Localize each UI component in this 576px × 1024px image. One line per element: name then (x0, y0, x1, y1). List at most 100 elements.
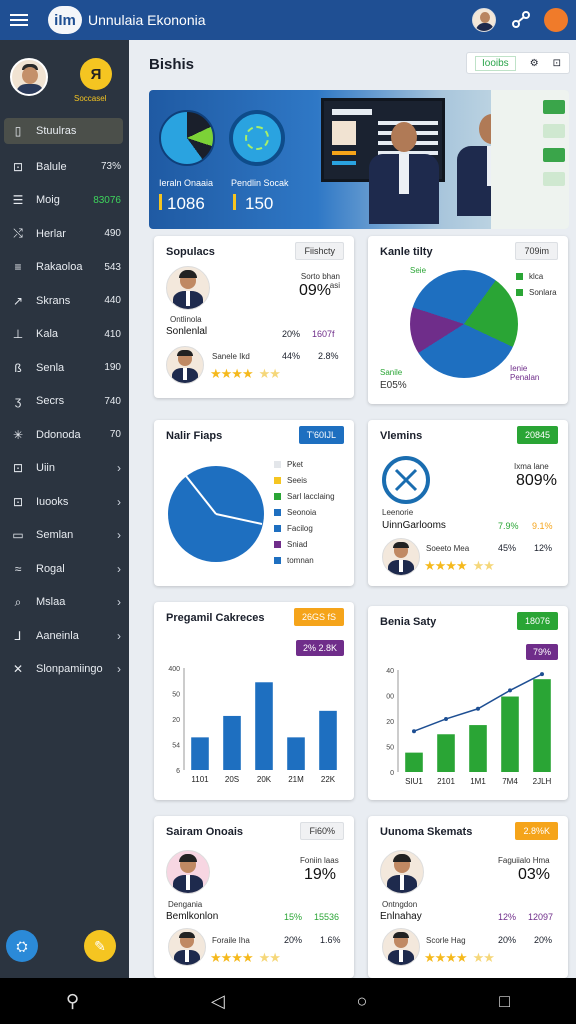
sidebar-item-label: Rogal (36, 562, 65, 575)
edit-icon[interactable]: ✎ (84, 930, 116, 962)
sidebar-item-value: 73% (100, 161, 121, 173)
person-caption: Ontngdon (382, 900, 418, 909)
sidebar-item[interactable]: ⊥ Kala 410 (0, 318, 129, 352)
lock-icon[interactable]: ⛭ (6, 930, 38, 962)
avatar (166, 346, 204, 384)
percent-b: 9.1% (532, 521, 553, 531)
recents-icon[interactable]: □ (499, 991, 510, 1012)
card-kanle-tilty[interactable]: Kanle tilty 709im Seie klca Sonlara Sani… (368, 236, 568, 404)
card-action-button[interactable]: 26GS fS (293, 608, 344, 626)
tools-button[interactable]: Iooibs (475, 55, 516, 71)
card-sairam-onoais[interactable]: Sairam Onoais Fi60% Foniin laas 19% Deng… (154, 816, 354, 978)
sidebar-item-label: Uiin (36, 462, 55, 475)
card-title: Pregamil Cakreces (166, 612, 265, 624)
sidebar: Я Soccasel ▯ Stuulras ⊡ Balule 73% ☰ Moig 83076… (0, 40, 129, 978)
card-uunoma-skemats[interactable]: Uunoma Skemats 2.8%K Faguiialo Hma 03% O… (368, 816, 568, 978)
sidebar-item-icon: ⊥ (12, 327, 24, 342)
card-benia-saty[interactable]: Benia Saty 18076 79% 40 00 20 50 0 SIU1 2101 1M… (368, 606, 568, 800)
sidebar-item-icon: ⅃ (14, 628, 22, 643)
top-bar: iIm Unnulaia Ekononia (0, 0, 576, 40)
bar (191, 737, 209, 770)
sidebar-item-icon: ≈ (14, 561, 22, 576)
sidebar-item[interactable]: ✕ Slonpamiingo › (0, 653, 129, 687)
system-nav-bar: ⚲ ◁ ○ □ (0, 978, 576, 1024)
sidebar-item[interactable]: ʒ Secrs 740 (0, 385, 129, 419)
kpi-value: 03% (518, 866, 551, 883)
pie-legend: Pket Seeis Sarl lacclaing Seonoia Facilog Sni… (274, 456, 335, 568)
sidebar-item[interactable]: ≡ Rakaoloa 543 (0, 251, 129, 285)
card-action-button[interactable]: Fiishcty (295, 242, 344, 260)
toolbar: Iooibs ⚙ ⊡ (466, 52, 570, 74)
card-sopulacs[interactable]: Sopulacs Fiishcty Sorto bhan asi 09% Ont… (154, 236, 354, 398)
sidebar-item-icon: ⌕ (14, 594, 22, 609)
x-tick-label: 7M4 (502, 777, 518, 786)
sidebar-item-icon: ☰ (12, 193, 24, 208)
row-percent-a: 20% (284, 935, 303, 945)
row-percent-b: 1.6% (320, 935, 341, 945)
hamburger-menu-icon[interactable] (8, 9, 30, 31)
card-vlemins[interactable]: Vlemins 20845 Ixma lane 809% Leenorie Ui… (368, 420, 568, 586)
share-icon[interactable] (510, 9, 532, 31)
sidebar-item-value: 410 (104, 328, 121, 340)
sidebar-profile: Я Soccasel (0, 40, 129, 118)
sidebar-item[interactable]: ⅃ Aaneinla › (0, 619, 129, 653)
sidebar-item[interactable]: ⊡ Balule 73% (0, 150, 129, 184)
card-title: Sopulacs (166, 246, 215, 258)
sidebar-item-icon: ✕ (12, 662, 24, 677)
sidebar-item[interactable]: ✳ Ddonoda 70 (0, 418, 129, 452)
sidebar-item[interactable]: ⊡ Iuooks › (0, 485, 129, 519)
row-label: Sanele Ikd (212, 352, 250, 361)
chevron-right-icon: › (117, 494, 121, 509)
legend-item: Sonlara (529, 287, 557, 297)
sidebar-item[interactable]: ☰ Moig 83076 (0, 184, 129, 218)
sidebar-item-label: Mslaa (36, 596, 66, 609)
row-percent-b: 2.8% (318, 351, 339, 361)
notification-icon[interactable] (544, 8, 568, 32)
sidebar-item[interactable]: ß Senla 190 (0, 351, 129, 385)
x-tick-label: 22K (321, 775, 336, 784)
card-action-button[interactable]: Fi60% (300, 822, 344, 840)
sidebar-item-label: Senla (36, 361, 65, 374)
sidebar-item[interactable]: ⤭ Herlar 490 (0, 217, 129, 251)
user-avatar[interactable] (472, 8, 496, 32)
row-percent-a: 44% (282, 351, 301, 361)
card-title: Kanle tilty (380, 246, 433, 258)
rating-stars: ★★★★ ★★ (424, 950, 495, 965)
lock-small-icon[interactable]: ⊡ (553, 58, 561, 69)
card-title: Uunoma Skemats (380, 826, 473, 838)
sidebar-item[interactable]: ↗ Skrans 440 (0, 284, 129, 318)
sidebar-item[interactable]: ▭ Semlan › (0, 519, 129, 553)
legend-item: Sniad (287, 539, 308, 549)
rank-badge[interactable]: Я (80, 58, 112, 90)
home-icon[interactable]: ○ (357, 991, 368, 1012)
profile-avatar[interactable] (10, 58, 48, 96)
card-action-button[interactable]: T'60IJL (298, 426, 344, 444)
avatar (382, 538, 420, 576)
sidebar-item-icon: ▭ (12, 528, 24, 543)
card-action-button[interactable]: 20845 (516, 426, 558, 444)
chevron-right-icon: › (117, 662, 121, 677)
sidebar-item[interactable]: ⊡ Uiin › (0, 452, 129, 486)
hero-label-1: Ieraln Onaaia (159, 178, 214, 188)
trend-point (508, 688, 512, 693)
pie-legend: klca Sonlara (516, 268, 557, 300)
avatar (382, 928, 420, 966)
card-action-button[interactable]: 2.8%K (515, 822, 558, 840)
person-name: UinnGarlooms (382, 520, 446, 531)
sidebar-item[interactable]: ▯ Stuulras (4, 118, 123, 144)
pie-top-label: Seie (410, 266, 427, 275)
card-nalir-fiaps[interactable]: Nalir Fiaps T'60IJL Pket Seeis Sarl laccla… (154, 420, 354, 586)
card-action-button[interactable]: 709im (515, 242, 558, 260)
sidebar-item[interactable]: ⌕ Mslaa › (0, 586, 129, 620)
app-logo: iIm (48, 6, 82, 34)
card-action-button[interactable]: 18076 (516, 612, 558, 630)
legend-item: tomnan (287, 555, 314, 565)
sidebar-item[interactable]: ≈ Rogal › (0, 552, 129, 586)
settings-icon[interactable]: ⚙ (530, 58, 539, 69)
card-pregamil-cakreces[interactable]: Pregamil Cakreces 26GS fS 2% 2.8K 400 50 2… (154, 602, 354, 800)
search-icon[interactable]: ⚲ (66, 991, 79, 1012)
back-icon[interactable]: ◁ (211, 991, 225, 1012)
pie-bottom-value: E05% (380, 380, 407, 391)
y-tick-label: 50 (386, 745, 394, 752)
row-percent-a: 20% (498, 935, 517, 945)
